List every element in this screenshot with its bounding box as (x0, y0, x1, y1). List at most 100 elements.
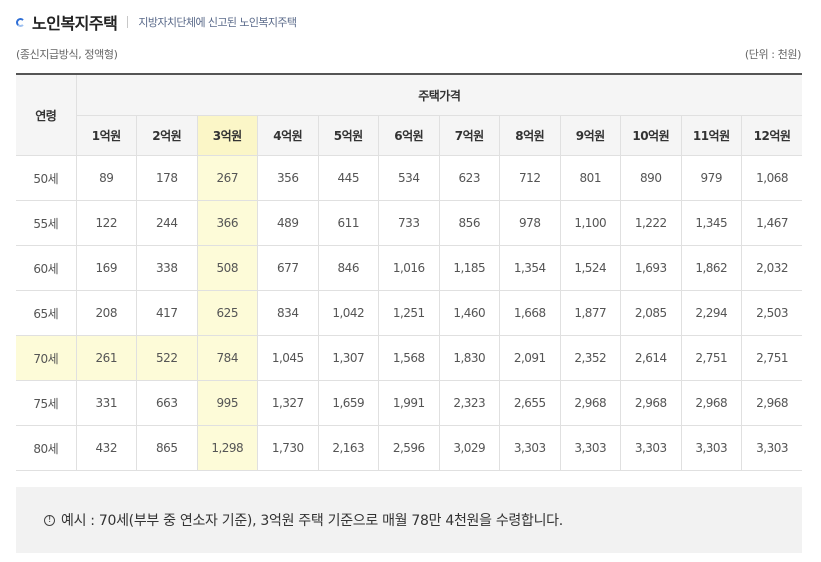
price-column-header: 1억원 (76, 115, 137, 156)
age-cell: 65세 (16, 290, 77, 336)
page-subtitle: 지방자치단체에 신고된 노인복지주택 (138, 16, 297, 29)
amount-cell: 890 (620, 155, 682, 201)
amount-cell: 508 (196, 245, 258, 291)
payment-type-label: (종신지급방식, 정액형) (16, 48, 118, 61)
age-cell: 50세 (16, 155, 77, 201)
amount-cell: 2,655 (499, 380, 561, 426)
amount-cell: 995 (196, 380, 258, 426)
amount-cell: 846 (317, 245, 379, 291)
amount-cell: 979 (680, 155, 742, 201)
price-column-header: 8억원 (499, 115, 561, 156)
amount-cell: 801 (559, 155, 621, 201)
amount-cell: 2,968 (680, 380, 742, 426)
amount-cell: 445 (317, 155, 379, 201)
amount-cell: 3,303 (499, 425, 561, 471)
amount-cell: 2,091 (499, 335, 561, 381)
amount-cell: 2,596 (378, 425, 440, 471)
amount-cell: 611 (317, 200, 379, 246)
amount-cell: 1,460 (438, 290, 500, 336)
amount-cell: 261 (75, 335, 137, 381)
example-note-text: 예시 : 70세(부부 중 연소자 기준), 3억원 주택 기준으로 매월 78… (61, 513, 563, 529)
table-row: 80세 432 865 1,298 1,730 2,163 2,596 3,029 3,303 3… (16, 425, 803, 471)
amount-cell: 1,327 (257, 380, 319, 426)
amount-cell: 834 (257, 290, 319, 336)
age-cell: 55세 (16, 200, 77, 246)
table-row: 65세 208 417 625 834 1,042 1,251 1,460 1,668 1,877… (16, 290, 803, 336)
amount-cell: 1,877 (559, 290, 621, 336)
table-row: 50세 89 178 267 356 445 534 623 712 801 890 979 1,068 (16, 155, 803, 201)
amount-cell: 733 (378, 200, 440, 246)
price-column-header: 7억원 (438, 115, 500, 156)
amount-cell: 1,354 (499, 245, 561, 291)
page-title: 노인복지주택 (32, 14, 118, 33)
amount-cell: 3,303 (741, 425, 803, 471)
amount-cell: 1,042 (317, 290, 379, 336)
amount-cell: 1,251 (378, 290, 440, 336)
amount-cell: 356 (257, 155, 319, 201)
table-row: 75세 331 663 995 1,327 1,659 1,991 2,323 2,655 2,9… (16, 380, 803, 426)
price-column-header: 2억원 (136, 115, 198, 156)
amount-cell: 2,968 (741, 380, 803, 426)
amount-cell: 1,016 (378, 245, 440, 291)
amount-cell: 1,730 (257, 425, 319, 471)
amount-cell: 2,751 (741, 335, 803, 381)
example-note: ! 예시 : 70세(부부 중 연소자 기준), 3억원 주택 기준으로 매월 … (16, 487, 802, 553)
table-row: 55세 122 244 366 489 611 733 856 978 1,100 1,222 1,3… (16, 200, 803, 246)
amount-cell: 1,568 (378, 335, 440, 381)
table-row: 70세 261 522 784 1,045 1,307 1,568 1,830 2,091 2,3… (16, 335, 803, 381)
amount-cell: 267 (196, 155, 258, 201)
amount-cell: 1,467 (741, 200, 803, 246)
amount-cell: 1,100 (559, 200, 621, 246)
amount-cell: 2,968 (620, 380, 682, 426)
amount-cell: 1,991 (378, 380, 440, 426)
amount-cell: 366 (196, 200, 258, 246)
age-cell: 60세 (16, 245, 77, 291)
amount-cell: 1,307 (317, 335, 379, 381)
amount-cell: 178 (136, 155, 198, 201)
amount-cell: 244 (136, 200, 198, 246)
amount-cell: 331 (75, 380, 137, 426)
amount-cell: 1,830 (438, 335, 500, 381)
amount-cell: 3,303 (559, 425, 621, 471)
amount-cell: 2,352 (559, 335, 621, 381)
amount-cell: 1,185 (438, 245, 500, 291)
amount-cell: 623 (438, 155, 500, 201)
amount-cell: 1,659 (317, 380, 379, 426)
amount-cell: 2,032 (741, 245, 803, 291)
amount-cell: 534 (378, 155, 440, 201)
amount-cell: 1,524 (559, 245, 621, 291)
amount-cell: 625 (196, 290, 258, 336)
price-column-header: 3억원 (196, 115, 258, 156)
unit-label: (단위 : 천원) (744, 48, 802, 61)
amount-cell: 2,503 (741, 290, 803, 336)
amount-cell: 978 (499, 200, 561, 246)
amount-cell: 432 (75, 425, 137, 471)
amount-cell: 122 (75, 200, 137, 246)
amount-cell: 1,693 (620, 245, 682, 291)
price-column-header: 5억원 (317, 115, 379, 156)
amount-cell: 2,614 (620, 335, 682, 381)
amount-cell: 489 (257, 200, 319, 246)
amount-cell: 1,045 (257, 335, 319, 381)
amount-cell: 522 (136, 335, 198, 381)
price-column-header: 9억원 (559, 115, 621, 156)
amount-cell: 1,222 (620, 200, 682, 246)
price-column-header: 4억원 (257, 115, 319, 156)
header-divider (127, 16, 129, 28)
amount-cell: 712 (499, 155, 561, 201)
section-bullet-icon (16, 17, 25, 27)
amount-cell: 856 (438, 200, 500, 246)
amount-cell: 2,323 (438, 380, 500, 426)
amount-cell: 169 (75, 245, 137, 291)
amount-cell: 865 (136, 425, 198, 471)
info-icon: ! (44, 514, 55, 526)
age-cell: 80세 (16, 425, 77, 471)
amount-cell: 3,303 (620, 425, 682, 471)
amount-cell: 663 (136, 380, 198, 426)
amount-cell: 677 (257, 245, 319, 291)
section-header: 노인복지주택 지방자치단체에 신고된 노인복지주택 (16, 10, 297, 34)
amount-cell: 2,968 (559, 380, 621, 426)
price-column-header: 11억원 (680, 115, 742, 156)
table-row: 60세 169 338 508 677 846 1,016 1,185 1,354 1,524 1,… (16, 245, 803, 291)
amount-cell: 3,303 (680, 425, 742, 471)
